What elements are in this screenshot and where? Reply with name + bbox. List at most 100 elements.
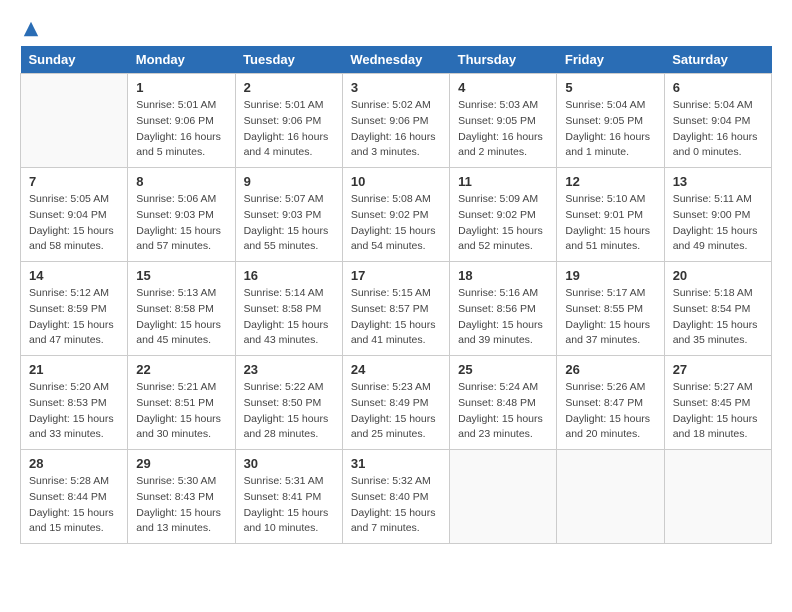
day-info: Sunrise: 5:10 AMSunset: 9:01 PMDaylight:… bbox=[565, 192, 655, 255]
weekday-header-thursday: Thursday bbox=[450, 46, 557, 74]
calendar-day-2: 2Sunrise: 5:01 AMSunset: 9:06 PMDaylight… bbox=[235, 74, 342, 168]
calendar-day-23: 23Sunrise: 5:22 AMSunset: 8:50 PMDayligh… bbox=[235, 356, 342, 450]
weekday-header-friday: Friday bbox=[557, 46, 664, 74]
calendar-week-row: 21 Sunrise: 5:20 AMSunset: 8:53 PMDayligh… bbox=[21, 356, 772, 450]
calendar-day-7: 7 Sunrise: 5:05 AMSunset: 9:04 PMDaylight… bbox=[21, 168, 128, 262]
day-info: Sunrise: 5:15 AMSunset: 8:57 PMDaylight:… bbox=[351, 286, 441, 349]
day-info: Sunrise: 5:28 AMSunset: 8:44 PMDaylight:… bbox=[29, 474, 119, 537]
calendar-day-25: 25 Sunrise: 5:24 AMSunset: 8:48 PMDayligh… bbox=[450, 356, 557, 450]
day-info: Sunrise: 5:06 AMSunset: 9:03 PMDaylight:… bbox=[136, 192, 226, 255]
day-info: Sunrise: 5:12 AMSunset: 8:59 PMDaylight:… bbox=[29, 286, 119, 349]
calendar-day-22: 22 Sunrise: 5:21 AMSunset: 8:51 PMDayligh… bbox=[128, 356, 235, 450]
day-info: Sunrise: 5:20 AMSunset: 8:53 PMDaylight:… bbox=[29, 380, 119, 443]
day-number: 31 bbox=[351, 456, 441, 471]
day-number: 28 bbox=[29, 456, 119, 471]
day-info: Sunrise: 5:17 AMSunset: 8:55 PMDaylight:… bbox=[565, 286, 655, 349]
day-number: 26 bbox=[565, 362, 655, 377]
day-info: Sunrise: 5:26 AMSunset: 8:47 PMDaylight:… bbox=[565, 380, 655, 443]
day-number: 19 bbox=[565, 268, 655, 283]
day-number: 18 bbox=[458, 268, 548, 283]
day-info: Sunrise: 5:01 AMSunset: 9:06 PMDaylight:… bbox=[244, 98, 334, 161]
calendar-day-24: 24Sunrise: 5:23 AMSunset: 8:49 PMDayligh… bbox=[342, 356, 449, 450]
page-header bbox=[20, 20, 772, 36]
weekday-header-monday: Monday bbox=[128, 46, 235, 74]
day-number: 17 bbox=[351, 268, 441, 283]
day-info: Sunrise: 5:16 AMSunset: 8:56 PMDaylight:… bbox=[458, 286, 548, 349]
calendar-day-11: 11 Sunrise: 5:09 AMSunset: 9:02 PMDayligh… bbox=[450, 168, 557, 262]
calendar-table: SundayMondayTuesdayWednesdayThursdayFrid… bbox=[20, 46, 772, 544]
day-info: Sunrise: 5:32 AMSunset: 8:40 PMDaylight:… bbox=[351, 474, 441, 537]
day-number: 13 bbox=[673, 174, 763, 189]
calendar-week-row: 28 Sunrise: 5:28 AMSunset: 8:44 PMDayligh… bbox=[21, 450, 772, 544]
day-number: 9 bbox=[244, 174, 334, 189]
calendar-empty-cell bbox=[450, 450, 557, 544]
day-number: 25 bbox=[458, 362, 548, 377]
calendar-day-27: 27 Sunrise: 5:27 AMSunset: 8:45 PMDayligh… bbox=[664, 356, 771, 450]
day-number: 30 bbox=[244, 456, 334, 471]
calendar-day-21: 21 Sunrise: 5:20 AMSunset: 8:53 PMDayligh… bbox=[21, 356, 128, 450]
weekday-header-wednesday: Wednesday bbox=[342, 46, 449, 74]
day-info: Sunrise: 5:13 AMSunset: 8:58 PMDaylight:… bbox=[136, 286, 226, 349]
day-info: Sunrise: 5:03 AMSunset: 9:05 PMDaylight:… bbox=[458, 98, 548, 161]
weekday-header-saturday: Saturday bbox=[664, 46, 771, 74]
calendar-empty-cell bbox=[557, 450, 664, 544]
day-number: 7 bbox=[29, 174, 119, 189]
calendar-day-30: 30 Sunrise: 5:31 AMSunset: 8:41 PMDayligh… bbox=[235, 450, 342, 544]
day-number: 21 bbox=[29, 362, 119, 377]
calendar-day-8: 8 Sunrise: 5:06 AMSunset: 9:03 PMDaylight… bbox=[128, 168, 235, 262]
logo bbox=[20, 20, 40, 36]
calendar-day-16: 16 Sunrise: 5:14 AMSunset: 8:58 PMDayligh… bbox=[235, 262, 342, 356]
calendar-day-5: 5 Sunrise: 5:04 AMSunset: 9:05 PMDaylight… bbox=[557, 74, 664, 168]
calendar-day-1: 1 Sunrise: 5:01 AMSunset: 9:06 PMDaylight… bbox=[128, 74, 235, 168]
day-number: 15 bbox=[136, 268, 226, 283]
calendar-day-6: 6 Sunrise: 5:04 AMSunset: 9:04 PMDaylight… bbox=[664, 74, 771, 168]
day-number: 20 bbox=[673, 268, 763, 283]
day-info: Sunrise: 5:04 AMSunset: 9:04 PMDaylight:… bbox=[673, 98, 763, 161]
calendar-day-20: 20 Sunrise: 5:18 AMSunset: 8:54 PMDayligh… bbox=[664, 262, 771, 356]
day-info: Sunrise: 5:14 AMSunset: 8:58 PMDaylight:… bbox=[244, 286, 334, 349]
day-number: 5 bbox=[565, 80, 655, 95]
day-info: Sunrise: 5:11 AMSunset: 9:00 PMDaylight:… bbox=[673, 192, 763, 255]
calendar-day-10: 10Sunrise: 5:08 AMSunset: 9:02 PMDayligh… bbox=[342, 168, 449, 262]
calendar-day-31: 31 Sunrise: 5:32 AMSunset: 8:40 PMDayligh… bbox=[342, 450, 449, 544]
calendar-day-28: 28 Sunrise: 5:28 AMSunset: 8:44 PMDayligh… bbox=[21, 450, 128, 544]
calendar-day-29: 29 Sunrise: 5:30 AMSunset: 8:43 PMDayligh… bbox=[128, 450, 235, 544]
day-number: 4 bbox=[458, 80, 548, 95]
day-info: Sunrise: 5:21 AMSunset: 8:51 PMDaylight:… bbox=[136, 380, 226, 443]
day-info: Sunrise: 5:02 AMSunset: 9:06 PMDaylight:… bbox=[351, 98, 441, 161]
day-number: 16 bbox=[244, 268, 334, 283]
day-info: Sunrise: 5:01 AMSunset: 9:06 PMDaylight:… bbox=[136, 98, 226, 161]
calendar-day-3: 3Sunrise: 5:02 AMSunset: 9:06 PMDaylight… bbox=[342, 74, 449, 168]
weekday-header-row: SundayMondayTuesdayWednesdayThursdayFrid… bbox=[21, 46, 772, 74]
calendar-week-row: 1 Sunrise: 5:01 AMSunset: 9:06 PMDaylight… bbox=[21, 74, 772, 168]
day-info: Sunrise: 5:05 AMSunset: 9:04 PMDaylight:… bbox=[29, 192, 119, 255]
day-number: 27 bbox=[673, 362, 763, 377]
day-number: 22 bbox=[136, 362, 226, 377]
day-info: Sunrise: 5:22 AMSunset: 8:50 PMDaylight:… bbox=[244, 380, 334, 443]
day-info: Sunrise: 5:04 AMSunset: 9:05 PMDaylight:… bbox=[565, 98, 655, 161]
weekday-header-tuesday: Tuesday bbox=[235, 46, 342, 74]
day-info: Sunrise: 5:30 AMSunset: 8:43 PMDaylight:… bbox=[136, 474, 226, 537]
day-number: 11 bbox=[458, 174, 548, 189]
calendar-day-18: 18 Sunrise: 5:16 AMSunset: 8:56 PMDayligh… bbox=[450, 262, 557, 356]
day-number: 1 bbox=[136, 80, 226, 95]
logo-icon bbox=[22, 20, 40, 38]
calendar-day-4: 4 Sunrise: 5:03 AMSunset: 9:05 PMDaylight… bbox=[450, 74, 557, 168]
day-number: 29 bbox=[136, 456, 226, 471]
day-info: Sunrise: 5:09 AMSunset: 9:02 PMDaylight:… bbox=[458, 192, 548, 255]
day-info: Sunrise: 5:31 AMSunset: 8:41 PMDaylight:… bbox=[244, 474, 334, 537]
day-number: 14 bbox=[29, 268, 119, 283]
day-number: 24 bbox=[351, 362, 441, 377]
day-number: 12 bbox=[565, 174, 655, 189]
day-number: 8 bbox=[136, 174, 226, 189]
calendar-day-26: 26 Sunrise: 5:26 AMSunset: 8:47 PMDayligh… bbox=[557, 356, 664, 450]
day-info: Sunrise: 5:24 AMSunset: 8:48 PMDaylight:… bbox=[458, 380, 548, 443]
calendar-day-19: 19 Sunrise: 5:17 AMSunset: 8:55 PMDayligh… bbox=[557, 262, 664, 356]
calendar-day-14: 14 Sunrise: 5:12 AMSunset: 8:59 PMDayligh… bbox=[21, 262, 128, 356]
day-info: Sunrise: 5:27 AMSunset: 8:45 PMDaylight:… bbox=[673, 380, 763, 443]
calendar-day-12: 12 Sunrise: 5:10 AMSunset: 9:01 PMDayligh… bbox=[557, 168, 664, 262]
weekday-header-sunday: Sunday bbox=[21, 46, 128, 74]
day-number: 6 bbox=[673, 80, 763, 95]
calendar-day-15: 15 Sunrise: 5:13 AMSunset: 8:58 PMDayligh… bbox=[128, 262, 235, 356]
day-info: Sunrise: 5:18 AMSunset: 8:54 PMDaylight:… bbox=[673, 286, 763, 349]
